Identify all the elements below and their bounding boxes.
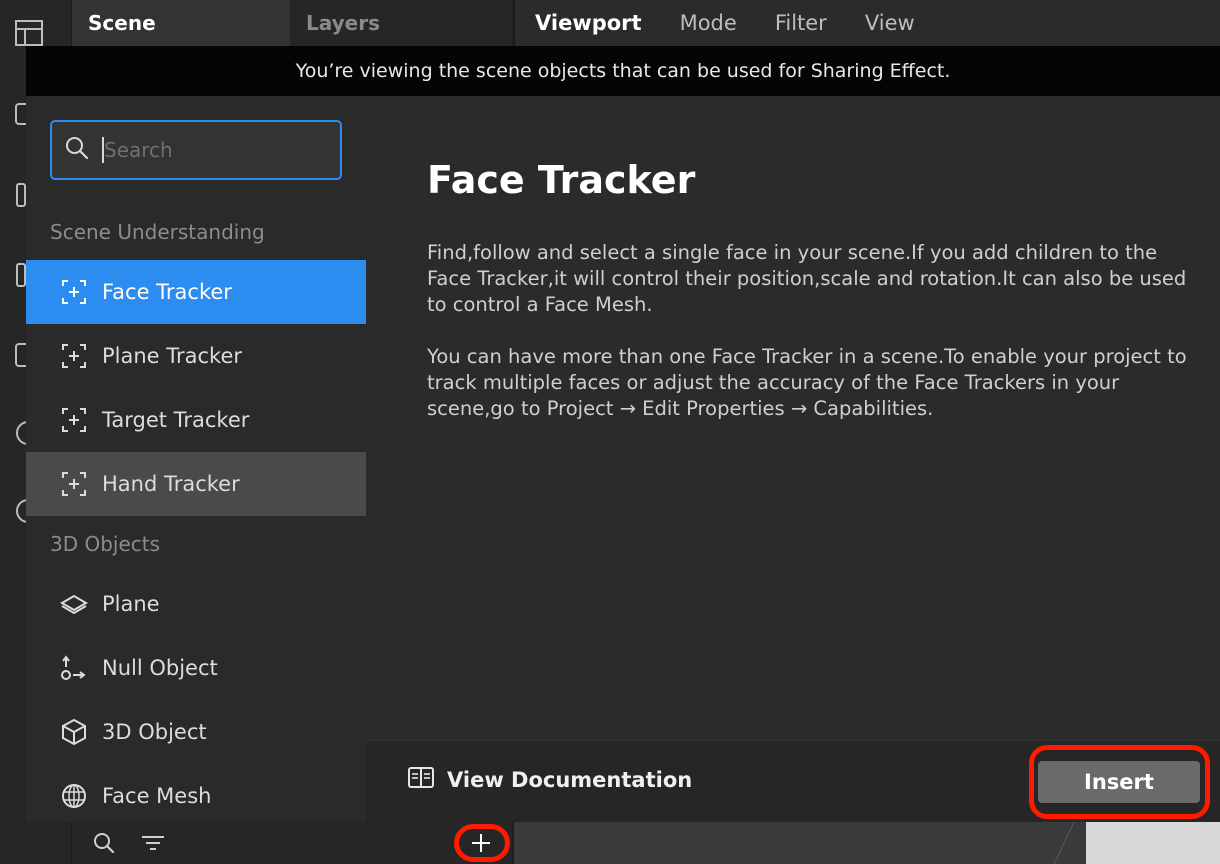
menu-mode[interactable]: Mode <box>680 11 737 35</box>
list-item-label: Target Tracker <box>102 408 250 432</box>
add-object-dialog: You’re viewing the scene objects that ca… <box>26 46 1220 822</box>
list-item-3d-object[interactable]: 3D Object <box>26 700 366 764</box>
cube-icon <box>60 718 88 746</box>
list-item-label: Plane Tracker <box>102 344 243 368</box>
object-list-sidebar: Scene Understanding Face Tracker Plane T… <box>26 96 366 822</box>
tab-scene[interactable]: Scene <box>72 0 290 46</box>
list-item-label: Face Tracker <box>102 280 232 304</box>
scene-tabs: Scene Layers <box>72 0 512 46</box>
list-item-hand-tracker[interactable]: Hand Tracker <box>26 452 366 516</box>
list-item-label: Null Object <box>102 656 218 680</box>
menu-filter[interactable]: Filter <box>775 11 827 35</box>
face-mesh-icon <box>60 782 88 810</box>
menu-viewport[interactable]: Viewport <box>535 11 642 35</box>
menu-view[interactable]: View <box>865 11 915 35</box>
list-item-label: Face Mesh <box>102 784 212 808</box>
section-label-3d-objects: 3D Objects <box>50 532 161 556</box>
list-item-target-tracker[interactable]: Target Tracker <box>26 388 366 452</box>
target-tracker-icon <box>60 406 88 434</box>
detail-description-capabilities: You can have more than one Face Tracker … <box>427 345 1187 420</box>
list-item-label: 3D Object <box>102 720 207 744</box>
info-banner: You’re viewing the scene objects that ca… <box>26 46 1220 96</box>
hand-tracker-icon <box>60 470 88 498</box>
plane-tracker-icon <box>60 342 88 370</box>
search-field[interactable] <box>50 120 342 180</box>
face-tracker-icon <box>60 278 88 306</box>
search-icon <box>64 135 90 165</box>
viewport-preview <box>1086 822 1220 864</box>
list-item-plane[interactable]: Plane <box>26 572 366 636</box>
search-icon[interactable] <box>91 830 117 856</box>
list-item-plane-tracker[interactable]: Plane Tracker <box>26 324 366 388</box>
detail-description: Find,follow and select a single face in … <box>427 241 1187 316</box>
viewport-canvas[interactable] <box>514 822 1220 864</box>
plane-icon <box>60 590 88 618</box>
filter-icon[interactable] <box>140 830 166 856</box>
layout-icon[interactable] <box>14 18 44 48</box>
section-label-scene-understanding: Scene Understanding <box>50 220 265 244</box>
null-object-icon <box>60 654 88 682</box>
view-documentation-link[interactable]: View Documentation <box>407 766 692 794</box>
view-documentation-label: View Documentation <box>447 768 693 792</box>
scene-bottom-toolbar <box>72 822 512 864</box>
add-button-highlight <box>454 824 510 862</box>
detail-title: Face Tracker <box>427 158 696 202</box>
viewport-menu-bar: Viewport Mode Filter View <box>514 0 1220 46</box>
list-item-null-object[interactable]: Null Object <box>26 636 366 700</box>
book-icon <box>407 766 435 794</box>
list-item-label: Plane <box>102 592 160 616</box>
tab-layers[interactable]: Layers <box>290 0 512 46</box>
list-item-face-tracker[interactable]: Face Tracker <box>26 260 366 324</box>
detail-panel: Face Tracker Find,follow and select a si… <box>366 96 1220 740</box>
list-item-face-mesh[interactable]: Face Mesh <box>26 764 366 822</box>
list-item-label: Hand Tracker <box>102 472 240 496</box>
search-input[interactable] <box>104 138 324 162</box>
insert-highlight <box>1029 745 1210 819</box>
